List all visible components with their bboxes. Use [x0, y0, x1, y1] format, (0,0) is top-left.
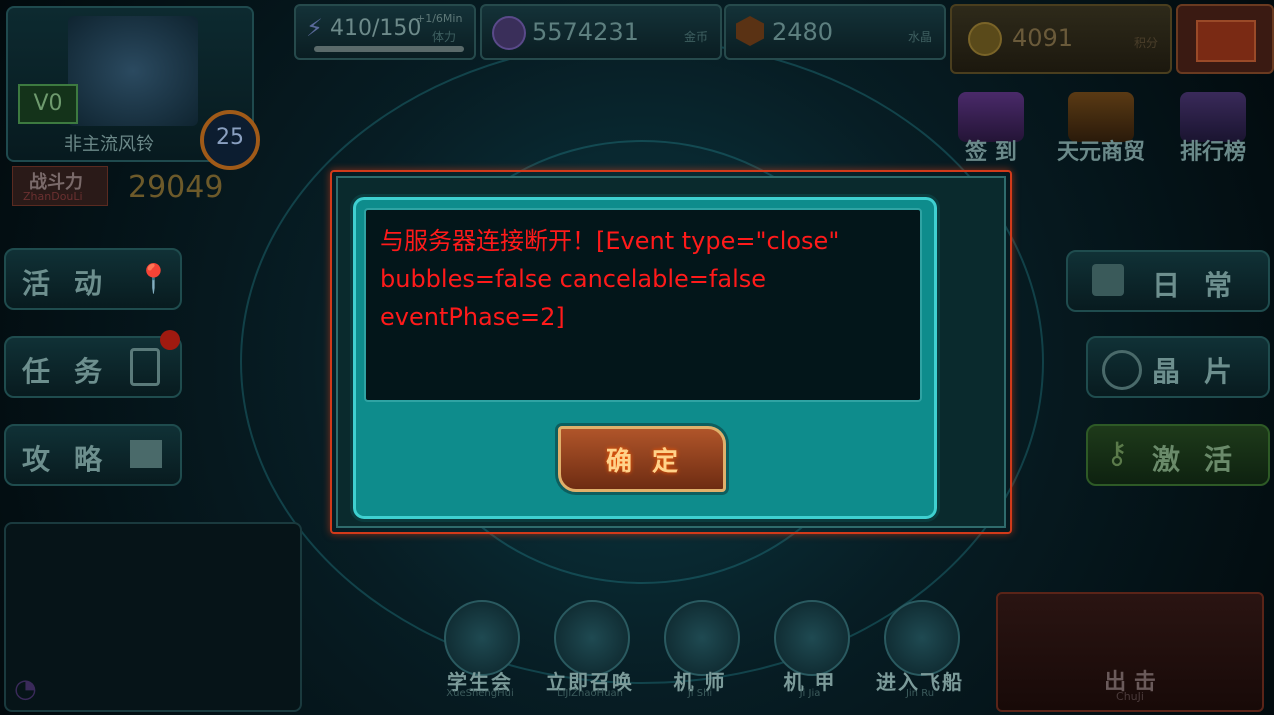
pilot-button[interactable]: 机 师 Ji Shi	[650, 596, 750, 699]
chip-button[interactable]: 晶片	[1086, 336, 1270, 398]
power-label-pinyin: ZhanDouLi	[23, 190, 83, 203]
ranking-label: 排行榜	[1179, 140, 1246, 165]
task-label: 任务	[22, 355, 127, 388]
task-button[interactable]: 任务	[4, 336, 182, 398]
student-council-sub: XueShengHui	[446, 688, 514, 699]
mecha-button[interactable]: 机 甲 Ji Jia	[760, 596, 860, 699]
enter-ship-sub: Jin Ru	[905, 688, 935, 699]
mail-icon	[1196, 20, 1256, 62]
stamina-value: 410/150	[330, 16, 422, 41]
gold-unit: 金币	[683, 30, 708, 44]
confirm-button[interactable]: 确定	[558, 426, 726, 492]
enter-ship-button[interactable]: 进入飞船 Jin Ru	[870, 596, 970, 699]
daily-button[interactable]: 日常	[1066, 250, 1270, 312]
points-box[interactable]: 4091 积分	[950, 4, 1172, 74]
player-name: 非主流风铃	[64, 134, 154, 155]
daily-label: 日常	[1152, 269, 1257, 302]
activate-label: 激活	[1152, 443, 1257, 476]
confirm-label: 确定	[605, 447, 698, 477]
mecha-icon	[774, 600, 850, 676]
stamina-box[interactable]: ⚡ 410/150 +1/6Min 体力	[294, 4, 476, 60]
message-box: 与服务器连接断开！[Event type="close" bubbles=fal…	[364, 208, 922, 402]
stamina-unit: 体力	[432, 30, 457, 44]
summon-icon	[554, 600, 630, 676]
level-badge: 25	[200, 110, 260, 170]
player-panel[interactable]: V0 非主流风铃 25	[6, 6, 260, 170]
chip-icon	[1102, 350, 1142, 390]
location-pin-icon: 📍	[136, 262, 171, 295]
power-label: 战斗力 ZhanDouLi	[12, 166, 108, 206]
lightning-icon: ⚡	[306, 14, 323, 42]
guide-button[interactable]: 攻略	[4, 424, 182, 486]
ship-icon	[884, 600, 960, 676]
gold-coin-icon	[492, 16, 526, 50]
activity-label: 活动	[22, 267, 127, 300]
summon-button[interactable]: 立即召唤 LiJiZhaoHuan	[540, 596, 640, 699]
chat-panel[interactable]: ◔	[4, 522, 302, 712]
pilot-icon	[664, 600, 740, 676]
checkin-button[interactable]: 签 到	[944, 92, 1038, 166]
shop-label: 天元商贸	[1056, 140, 1145, 165]
checkin-label: 签 到	[965, 140, 1017, 165]
vip-badge: V0	[18, 84, 78, 124]
mail-button[interactable]	[1176, 4, 1274, 74]
stamina-bar	[314, 46, 464, 52]
sortie-sub: ChuJi	[1116, 690, 1144, 703]
book-icon	[130, 440, 162, 468]
gold-value: 5574231	[532, 18, 639, 46]
shop-button[interactable]: 天元商贸	[1054, 92, 1148, 166]
level-value: 25	[216, 125, 244, 150]
avatar[interactable]	[68, 16, 198, 126]
error-message: 与服务器连接断开！[Event type="close" bubbles=fal…	[380, 227, 840, 331]
crystal-box[interactable]: 2480 水晶	[724, 4, 946, 60]
guide-label: 攻略	[22, 443, 127, 476]
crystal-unit: 水晶	[907, 30, 932, 44]
medal-icon	[968, 22, 1002, 56]
stamina-rate: +1/6Min	[416, 12, 463, 25]
student-council-button[interactable]: 学生会 XueShengHui	[430, 596, 530, 699]
activate-button[interactable]: ⚷ 激活	[1086, 424, 1270, 486]
gold-box[interactable]: 5574231 金币	[480, 4, 722, 60]
ranking-button[interactable]: 排行榜	[1166, 92, 1260, 166]
daily-icon	[1092, 264, 1124, 296]
points-unit: 积分	[1133, 36, 1158, 50]
chip-label: 晶片	[1152, 355, 1257, 388]
crystal-value: 2480	[772, 18, 834, 46]
notification-dot	[160, 330, 180, 350]
student-council-icon	[444, 600, 520, 676]
signal-icon: ◔	[14, 674, 37, 704]
clipboard-icon	[130, 348, 160, 386]
crystal-icon	[736, 16, 764, 46]
pilot-sub: Ji Shi	[687, 688, 713, 699]
points-value: 4091	[1012, 24, 1074, 52]
mecha-sub: Ji Jia	[799, 688, 821, 699]
sortie-button[interactable]: 出 击 ChuJi	[996, 592, 1264, 712]
summon-sub: LiJiZhaoHuan	[557, 688, 623, 699]
activity-button[interactable]: 活动 📍	[4, 248, 182, 310]
key-icon: ⚷	[1106, 436, 1128, 471]
power-value: 29049	[128, 170, 224, 205]
